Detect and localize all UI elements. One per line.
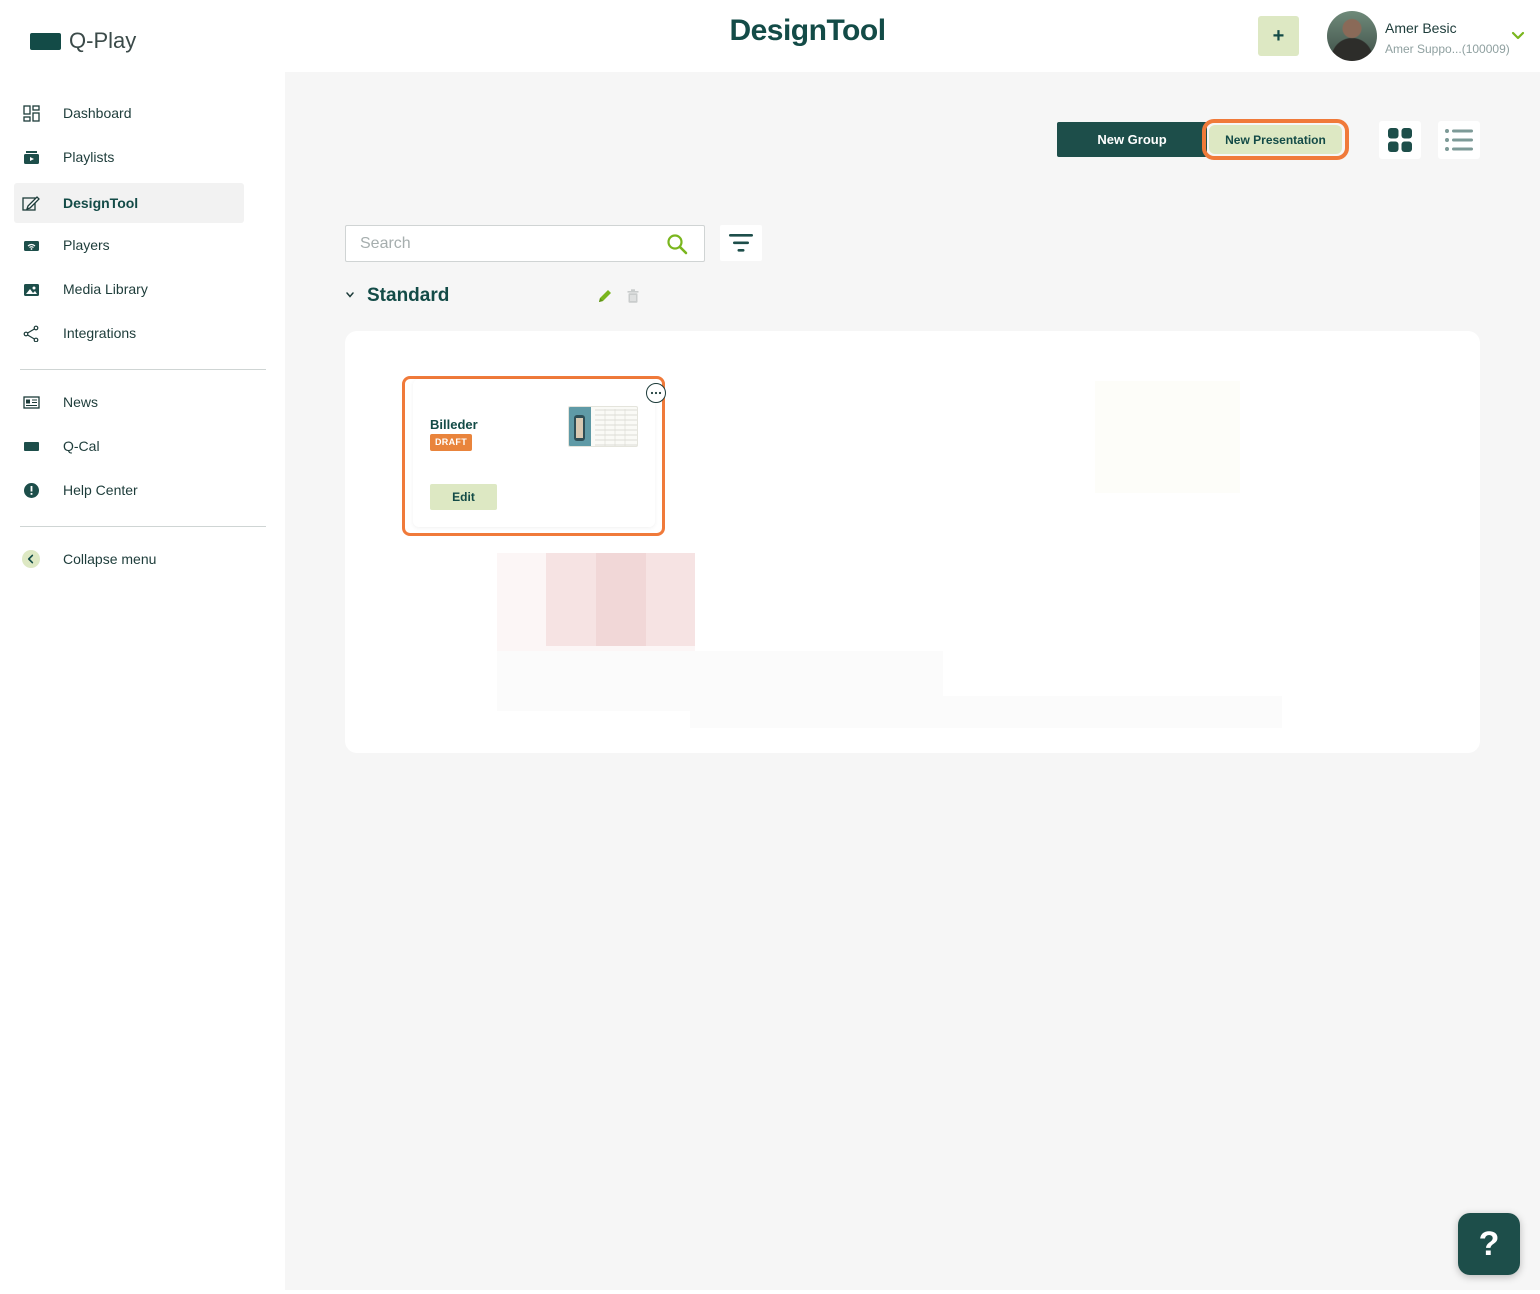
search-field[interactable] bbox=[345, 225, 705, 262]
playlists-icon bbox=[22, 148, 40, 166]
sidebar-item-label: Q-Cal bbox=[63, 438, 100, 454]
main-content: New Group New Presentation Standard Bill… bbox=[285, 72, 1540, 1290]
designtool-icon bbox=[22, 194, 40, 212]
sidebar-item-label: Help Center bbox=[63, 482, 138, 498]
integrations-icon bbox=[22, 324, 40, 342]
user-avatar[interactable] bbox=[1327, 11, 1377, 61]
sidebar-item-designtool[interactable]: DesignTool bbox=[14, 183, 244, 223]
edit-button[interactable]: Edit bbox=[430, 484, 497, 510]
sidebar-item-help-center[interactable]: Help Center bbox=[14, 470, 244, 510]
help-chat-button[interactable]: ? bbox=[1458, 1213, 1520, 1275]
filter-icon bbox=[729, 234, 753, 252]
blurred-background bbox=[596, 553, 646, 646]
search-input[interactable] bbox=[360, 232, 650, 256]
sidebar-item-playlists[interactable]: Playlists bbox=[14, 137, 244, 177]
sidebar-divider bbox=[20, 526, 266, 527]
sidebar: Dashboard Playlists DesignTool Players M… bbox=[0, 72, 285, 1294]
more-options-button[interactable] bbox=[646, 383, 666, 403]
new-presentation-button[interactable]: New Presentation bbox=[1209, 125, 1342, 154]
more-horizontal-icon bbox=[650, 391, 662, 395]
presentation-thumbnail[interactable] bbox=[568, 406, 638, 447]
dashboard-icon bbox=[22, 104, 40, 122]
sidebar-item-label: Integrations bbox=[63, 325, 137, 341]
help-center-icon bbox=[22, 481, 40, 499]
presentation-title: Billeder bbox=[430, 417, 478, 432]
trash-icon[interactable] bbox=[627, 289, 639, 303]
new-group-button[interactable]: New Group bbox=[1057, 122, 1207, 157]
presentation-card-highlight: Billeder DRAFT Edit bbox=[402, 376, 666, 536]
thumbnail-preview-icon bbox=[569, 407, 637, 446]
sidebar-item-integrations[interactable]: Integrations bbox=[14, 313, 244, 353]
page-title: DesignTool bbox=[729, 14, 886, 47]
news-icon bbox=[22, 393, 40, 411]
grid-view-toggle[interactable] bbox=[1379, 121, 1421, 159]
sidebar-item-news[interactable]: News bbox=[14, 382, 244, 422]
status-badge: DRAFT bbox=[430, 434, 472, 451]
search-icon[interactable] bbox=[666, 233, 688, 255]
user-account-subtitle[interactable]: Amer Suppo...(100009) bbox=[1385, 42, 1510, 56]
sidebar-item-dashboard[interactable]: Dashboard bbox=[14, 93, 244, 133]
presentation-group-panel: Billeder DRAFT Edit bbox=[345, 331, 1480, 753]
collapse-menu-label: Collapse menu bbox=[63, 551, 157, 567]
sidebar-item-label: Dashboard bbox=[63, 105, 132, 121]
qcal-icon bbox=[22, 437, 40, 455]
add-button[interactable]: + bbox=[1258, 16, 1299, 56]
presentation-card[interactable]: Billeder DRAFT Edit bbox=[413, 379, 666, 527]
sidebar-item-label: Media Library bbox=[63, 281, 148, 297]
filter-button[interactable] bbox=[720, 225, 762, 261]
user-name[interactable]: Amer Besic bbox=[1385, 20, 1457, 36]
sidebar-divider bbox=[20, 369, 266, 370]
media-library-icon bbox=[22, 280, 40, 298]
blurred-background bbox=[690, 696, 1282, 728]
chevron-left-icon bbox=[22, 550, 40, 568]
sidebar-item-label: DesignTool bbox=[63, 195, 139, 211]
sidebar-item-players[interactable]: Players bbox=[14, 225, 244, 265]
sidebar-item-media-library[interactable]: Media Library bbox=[14, 269, 244, 309]
sidebar-item-label: Playlists bbox=[63, 149, 115, 165]
sidebar-item-qcal[interactable]: Q-Cal bbox=[14, 426, 244, 466]
players-icon bbox=[22, 236, 40, 254]
top-header: Q-Play DesignTool + Amer Besic Amer Supp… bbox=[0, 0, 1540, 72]
chevron-down-icon[interactable] bbox=[345, 290, 355, 300]
collapse-menu-button[interactable]: Collapse menu bbox=[14, 539, 244, 579]
sidebar-item-label: News bbox=[63, 394, 99, 410]
new-presentation-highlight: New Presentation bbox=[1202, 119, 1349, 160]
blurred-background bbox=[1095, 381, 1240, 493]
chevron-down-icon[interactable] bbox=[1510, 28, 1526, 44]
group-title: Standard bbox=[367, 285, 450, 306]
sidebar-item-label: Players bbox=[63, 237, 110, 253]
group-header: Standard bbox=[345, 283, 645, 309]
pencil-icon[interactable] bbox=[597, 288, 613, 304]
list-view-icon bbox=[1445, 129, 1473, 151]
list-view-toggle[interactable] bbox=[1438, 121, 1480, 159]
grid-view-icon bbox=[1388, 128, 1412, 152]
